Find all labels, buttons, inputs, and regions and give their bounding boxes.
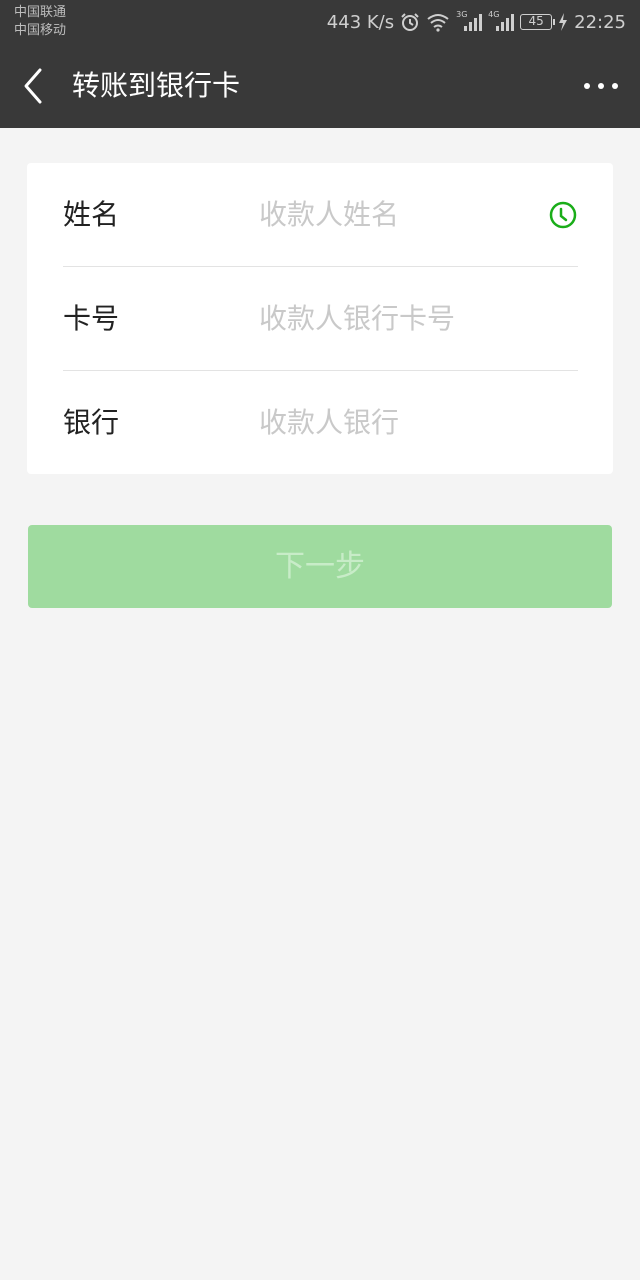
more-dot bbox=[612, 83, 618, 89]
nav-bar: 转账到银行卡 bbox=[0, 44, 640, 128]
history-icon[interactable] bbox=[548, 200, 578, 230]
bank-label: 银行 bbox=[63, 406, 120, 439]
back-button[interactable] bbox=[18, 66, 54, 106]
network-speed: 443 K/s bbox=[326, 11, 395, 33]
battery-icon: 45 bbox=[520, 14, 556, 30]
more-dot bbox=[584, 83, 590, 89]
signal-bars-1 bbox=[464, 14, 483, 31]
clock-time: 22:25 bbox=[574, 11, 626, 33]
status-bar: 中国联通 中国移动 443 K/s 3G 4G 45 22:25 bbox=[0, 0, 640, 44]
chevron-left-icon bbox=[24, 68, 42, 104]
battery-level: 45 bbox=[528, 14, 544, 28]
wifi-icon bbox=[427, 14, 449, 32]
status-indicators: 443 K/s 3G 4G 45 22:25 bbox=[327, 8, 626, 36]
signal-bars-2 bbox=[496, 14, 515, 31]
charging-icon bbox=[559, 13, 568, 31]
bank-input[interactable]: 收款人银行 bbox=[259, 371, 399, 474]
name-input[interactable]: 收款人姓名 bbox=[259, 163, 399, 266]
carrier-1: 中国联通 bbox=[14, 5, 67, 20]
next-button[interactable]: 下一步 bbox=[28, 525, 612, 608]
signal-icon-1: 3G bbox=[456, 11, 483, 33]
card-number-label: 卡号 bbox=[63, 302, 120, 335]
name-row[interactable]: 姓名 收款人姓名 bbox=[63, 163, 578, 266]
carrier-info: 中国联通 中国移动 bbox=[14, 4, 66, 40]
more-button[interactable] bbox=[584, 74, 618, 98]
alarm-icon bbox=[401, 13, 419, 31]
more-dot bbox=[598, 83, 604, 89]
name-label: 姓名 bbox=[63, 198, 120, 231]
card-number-row[interactable]: 卡号 收款人银行卡号 bbox=[63, 267, 578, 370]
carrier-2: 中国移动 bbox=[14, 23, 67, 38]
bank-row[interactable]: 银行 收款人银行 bbox=[63, 371, 578, 474]
transfer-form: 姓名 收款人姓名 卡号 收款人银行卡号 银行 收款人银行 bbox=[27, 163, 613, 474]
page-title: 转账到银行卡 bbox=[72, 69, 241, 102]
signal-icon-2: 4G bbox=[488, 11, 515, 33]
card-number-input[interactable]: 收款人银行卡号 bbox=[259, 267, 455, 370]
